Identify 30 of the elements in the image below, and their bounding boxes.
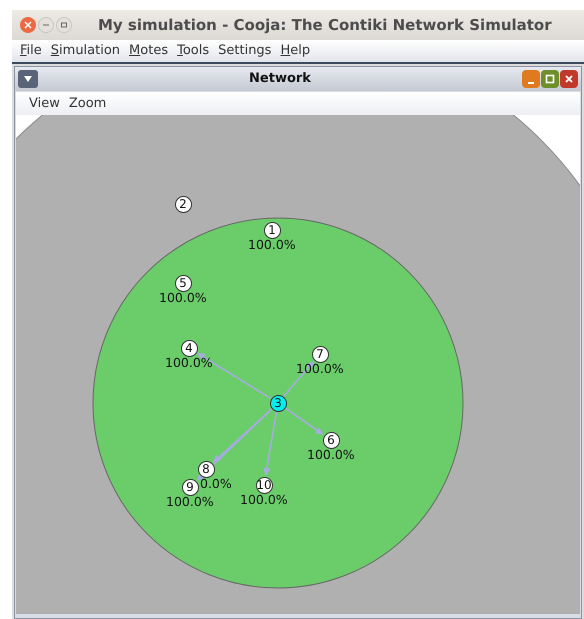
menu-item[interactable]: Zoom bbox=[68, 94, 106, 114]
menu-item[interactable]: Help bbox=[280, 41, 310, 61]
menu-item[interactable]: File bbox=[20, 41, 42, 61]
minimize-button[interactable] bbox=[522, 70, 540, 88]
mote-label: 0.0% bbox=[200, 478, 232, 490]
mote-label: 100.0% bbox=[159, 292, 207, 304]
mote-label: 100.0% bbox=[307, 449, 355, 462]
close-button[interactable] bbox=[560, 70, 578, 88]
dropdown-icon bbox=[23, 75, 33, 83]
maximize-button[interactable] bbox=[56, 17, 72, 33]
minimize-button[interactable] bbox=[38, 17, 54, 33]
close-button[interactable] bbox=[20, 17, 36, 33]
mote-label: 100.0% bbox=[240, 494, 288, 506]
minimize-icon bbox=[528, 82, 534, 84]
window-title: My simulation - Cooja: The Contiki Network Simulator bbox=[98, 14, 552, 36]
panel-title: Network bbox=[248, 70, 312, 88]
menu-item[interactable]: View bbox=[29, 94, 60, 114]
menu-item[interactable]: Simulation bbox=[50, 41, 120, 61]
close-icon bbox=[24, 21, 32, 29]
menu-item[interactable]: Tools bbox=[177, 41, 210, 61]
mote-label: 100.0% bbox=[248, 239, 296, 252]
menu-item[interactable]: Motes bbox=[129, 41, 168, 61]
mote-label: 100.0% bbox=[165, 357, 213, 370]
panel-menu-button[interactable] bbox=[18, 70, 38, 88]
maximize-icon bbox=[60, 21, 68, 29]
mote-label: 100.0% bbox=[166, 496, 214, 508]
maximize-icon bbox=[545, 74, 555, 84]
menu-item[interactable]: Settings bbox=[218, 41, 272, 61]
maximize-button[interactable] bbox=[541, 70, 559, 88]
close-icon bbox=[564, 74, 574, 84]
